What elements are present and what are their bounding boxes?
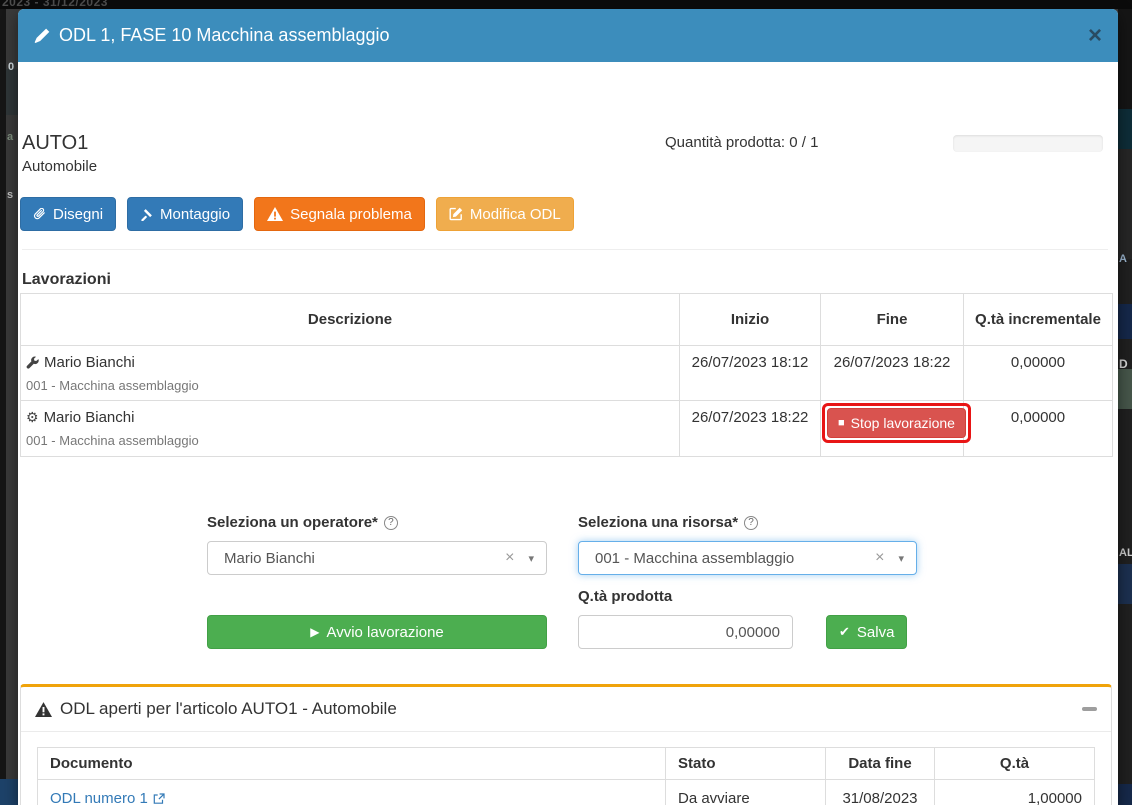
odl-phase-modal: ODL 1, FASE 10 Macchina assemblaggio × A… <box>18 9 1118 805</box>
open-odl-table: Documento Stato Data fine Q.tà ODL numer… <box>37 747 1095 805</box>
product-code: AUTO1 <box>22 132 88 155</box>
open-odl-header-row: Documento Stato Data fine Q.tà <box>38 748 1095 780</box>
operator-name: Mario Bianchi <box>44 354 135 371</box>
paperclip-icon <box>33 208 46 221</box>
open-odl-row: ODL numero 1 Da avviare 31/08/2023 1,000… <box>38 780 1095 805</box>
modifica-odl-button[interactable]: Modifica ODL <box>436 197 574 231</box>
lavorazione-row: Mario Bianchi 001 - Macchina assemblaggi… <box>21 346 1113 401</box>
toolbar: Disegni Montaggio Segnala problema <box>20 197 574 231</box>
lavorazioni-header-row: Descrizione Inizio Fine Q.tà incremental… <box>21 294 1113 346</box>
stop-button-highlight: ■ Stop lavorazione <box>822 403 971 443</box>
clear-icon[interactable]: × <box>875 549 884 567</box>
qta-incrementale-cell: 0,00000 <box>964 346 1113 401</box>
screen: 2023 - 31/12/2023 0 a s A D AL ODL 1, FA… <box>0 0 1132 805</box>
stato-cell: Da avviare <box>666 780 826 805</box>
clear-icon[interactable]: × <box>505 549 514 567</box>
disegni-button[interactable]: Disegni <box>20 197 116 231</box>
edit-icon <box>449 207 463 221</box>
lavorazioni-table: Descrizione Inizio Fine Q.tà incremental… <box>20 293 1113 457</box>
background-right-strip: A D AL <box>1118 9 1132 805</box>
operator-name: Mario Bianchi <box>44 409 135 426</box>
qta-cell: 1,00000 <box>935 780 1095 805</box>
gear-icon: ⚙ <box>26 411 39 424</box>
segnala-problema-button[interactable]: Segnala problema <box>254 197 425 231</box>
warning-icon <box>267 207 283 221</box>
operator-label-row: Seleziona un operatore* ? <box>207 514 398 531</box>
fine-cell: 26/07/2023 18:22 <box>821 346 964 401</box>
progress-bar <box>953 135 1103 152</box>
quantity-produced-text: Quantità prodotta: 0 / 1 <box>665 134 818 151</box>
avvio-lavorazione-button[interactable]: ▶ Avvio lavorazione <box>207 615 547 649</box>
qta-prodotta-label: Q.tà prodotta <box>578 588 672 605</box>
warning-icon <box>35 702 52 717</box>
open-odl-panel-header: ODL aperti per l'articolo AUTO1 - Automo… <box>21 687 1111 732</box>
check-icon: ✔ <box>839 624 850 640</box>
resource-select[interactable]: 001 - Macchina assemblaggio × ▾ <box>578 541 917 575</box>
pencil-icon <box>34 28 50 44</box>
modal-body: AUTO1 Automobile Quantità prodotta: 0 / … <box>18 62 1118 805</box>
resource-name: 001 - Macchina assemblaggio <box>26 433 678 448</box>
background-left-strip: 0 a s <box>0 9 18 805</box>
collapse-icon[interactable] <box>1082 707 1097 711</box>
odl-document-link[interactable]: ODL numero 1 <box>50 790 165 805</box>
open-odl-title: ODL aperti per l'articolo AUTO1 - Automo… <box>60 699 397 719</box>
resource-label-row: Seleziona una risorsa* ? <box>578 514 758 531</box>
help-icon[interactable]: ? <box>384 516 398 530</box>
lavorazione-row: ⚙ Mario Bianchi 001 - Macchina assemblag… <box>21 401 1113 457</box>
gavel-icon <box>140 208 153 221</box>
help-icon[interactable]: ? <box>744 516 758 530</box>
wrench-icon <box>26 356 39 369</box>
fine-cell: ■ Stop lavorazione <box>821 401 964 457</box>
stop-icon: ■ <box>838 417 845 429</box>
chevron-down-icon[interactable]: ▾ <box>528 552 534 565</box>
open-odl-panel: ODL aperti per l'articolo AUTO1 - Automo… <box>20 684 1112 805</box>
inizio-cell: 26/07/2023 18:12 <box>680 346 821 401</box>
data-fine-cell: 31/08/2023 <box>826 780 935 805</box>
modal-header: ODL 1, FASE 10 Macchina assemblaggio × <box>18 9 1118 62</box>
product-name: Automobile <box>22 158 97 175</box>
inizio-cell: 26/07/2023 18:22 <box>680 401 821 457</box>
external-link-icon <box>153 793 165 805</box>
qta-incrementale-cell: 0,00000 <box>964 401 1113 457</box>
chevron-down-icon[interactable]: ▾ <box>898 552 904 565</box>
stop-lavorazione-button[interactable]: ■ Stop lavorazione <box>827 408 966 438</box>
montaggio-button[interactable]: Montaggio <box>127 197 243 231</box>
qta-prodotta-input[interactable] <box>578 615 793 649</box>
background-date-range: 2023 - 31/12/2023 <box>2 0 108 9</box>
resource-name: 001 - Macchina assemblaggio <box>26 378 678 393</box>
salva-button[interactable]: ✔ Salva <box>826 615 907 649</box>
operator-select[interactable]: Mario Bianchi × ▾ <box>207 541 547 575</box>
modal-title: ODL 1, FASE 10 Macchina assemblaggio <box>59 25 390 46</box>
play-icon: ▶ <box>310 625 319 639</box>
divider <box>22 249 1108 250</box>
lavorazioni-title: Lavorazioni <box>22 271 111 289</box>
background-top-bar: 2023 - 31/12/2023 <box>0 0 1132 9</box>
close-icon[interactable]: × <box>1088 26 1102 46</box>
